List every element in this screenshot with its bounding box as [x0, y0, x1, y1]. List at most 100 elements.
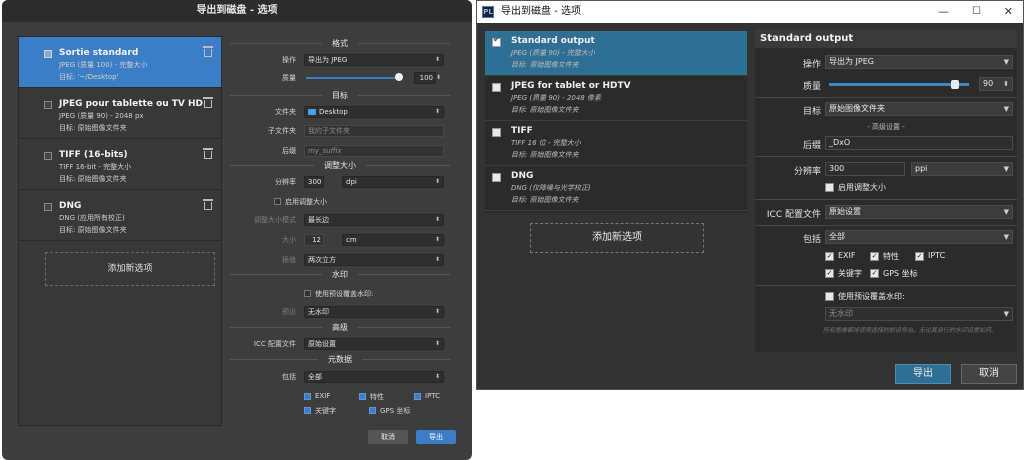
include-select[interactable]: 全部 ⬍ [304, 371, 444, 383]
item-title: Sortie standard [59, 48, 139, 58]
trash-icon[interactable] [203, 199, 213, 210]
exif-checkbox[interactable]: ✓ [825, 252, 834, 261]
preset-list: Sortie standard JPEG (质量 100) - 完整大小 目标:… [18, 36, 222, 426]
item-detail: DNG (应用所有校正) [59, 214, 125, 222]
icc-select[interactable]: 原始设置 ▼ [825, 205, 1013, 219]
trash-icon[interactable] [203, 148, 213, 159]
target-label: 目标 [802, 107, 821, 117]
close-icon[interactable]: ✕ [1004, 1, 1013, 23]
item-target: 目标: 原始图像文件夹 [59, 226, 127, 234]
list-item[interactable]: DNG DNG (仅降噪与光学校正) 目标: 原始图像文件夹 [485, 166, 747, 211]
checkbox[interactable] [44, 101, 52, 109]
slider-handle[interactable] [951, 80, 959, 89]
suffix-input[interactable]: my_suffix [304, 145, 444, 157]
enable-resize-checkbox[interactable] [825, 183, 834, 192]
operation-label: 操作 [802, 60, 821, 70]
folder-icon [308, 109, 316, 115]
folder-select[interactable]: Desktop ⬍ [304, 106, 444, 118]
mac-export-window: 导出到磁盘 - 选项 Sortie standard JPEG (质量 100)… [2, 0, 472, 460]
list-item[interactable]: Sortie standard JPEG (质量 100) - 完整大小 目标:… [19, 37, 221, 88]
checkbox[interactable] [44, 203, 52, 211]
iptc-checkbox[interactable] [414, 393, 421, 400]
keywords-checkbox[interactable]: ✓ [825, 269, 834, 278]
item-detail: JPEG (质量 90) - 2048 像素 [511, 94, 601, 102]
quality-slider[interactable] [306, 77, 402, 79]
features-checkbox[interactable]: ✓ [870, 252, 879, 261]
gps-checkbox[interactable]: ✓ [870, 269, 879, 278]
cancel-button[interactable]: 取消 [368, 430, 408, 444]
item-target: 目标: 原始图像文件夹 [511, 61, 579, 69]
list-item[interactable]: TIFF TIFF 16 位 - 完整大小 目标: 原始图像文件夹 [485, 121, 747, 166]
include-select[interactable]: 全部 ▼ [825, 230, 1013, 244]
list-item[interactable]: ✔ Standard output JPEG (质量 90) - 完整大小 目标… [485, 31, 747, 76]
size-input[interactable]: 12 [304, 234, 324, 246]
exif-checkbox[interactable] [304, 393, 311, 400]
features-label: 特性 [883, 252, 899, 261]
icc-select[interactable]: 原始设置 ⬍ [304, 338, 444, 350]
suffix-input[interactable]: _DxO [825, 136, 1013, 150]
list-item[interactable]: JPEG pour tablette ou TV HD JPEG (质量 90)… [19, 88, 221, 139]
settings-panel: Standard output 操作 导出为 JPEG ▼ 质量 90 ⬍ 目标 原… [755, 30, 1017, 352]
watermark-checkbox[interactable] [825, 292, 834, 301]
export-button[interactable]: 导出 [895, 364, 951, 384]
item-title: JPEG for tablet or HDTV [511, 81, 631, 91]
list-item[interactable]: DNG DNG (应用所有校正) 目标: 原始图像文件夹 [19, 190, 221, 241]
features-checkbox[interactable] [359, 393, 366, 400]
resolution-input[interactable]: 300 [304, 176, 324, 188]
target-select[interactable]: 原始图像文件夹 ▼ [825, 102, 1013, 116]
minimize-icon[interactable]: — [938, 1, 949, 23]
list-item[interactable]: JPEG for tablet or HDTV JPEG (质量 90) - 2… [485, 76, 747, 121]
resize-mode-select[interactable]: 最长边 ⬍ [304, 214, 444, 226]
item-target: 目标: 原始图像文件夹 [511, 151, 579, 159]
chevron-icon: ⬍ [434, 56, 440, 63]
checkbox[interactable] [492, 173, 501, 182]
quality-label: 质量 [282, 74, 296, 82]
cancel-button[interactable]: 取消 [961, 364, 1017, 384]
trash-icon[interactable] [203, 97, 213, 108]
resolution-unit-select[interactable]: ppi ▼ [911, 162, 1013, 176]
enable-resize-checkbox[interactable] [274, 198, 281, 205]
item-detail: TIFF 16-bit - 完整大小 [59, 163, 132, 171]
operation-label: 操作 [282, 56, 296, 64]
size-label: 大小 [282, 236, 296, 244]
stepper-icon[interactable]: ⬍ [436, 74, 441, 81]
enable-resize-label: 启用调整大小 [838, 183, 886, 192]
operation-select[interactable]: 导出为 JPEG ⬍ [304, 54, 444, 66]
quality-input[interactable]: 90 ⬍ [979, 77, 1013, 91]
checkbox[interactable] [492, 128, 501, 137]
app-logo-icon: PL [482, 6, 494, 18]
resolution-input[interactable]: 300 [825, 162, 905, 176]
watermark-checkbox[interactable] [304, 290, 311, 297]
watermark-select[interactable]: 无水印 ▼ [825, 307, 1013, 321]
watermark-note: 所有图像都将使用选择的前设导出。无论其自行的水印设置如何。 [823, 327, 998, 334]
folder-label: 文件夹 [275, 108, 296, 116]
slider-handle[interactable] [395, 73, 404, 81]
exif-label: EXIF [315, 392, 331, 400]
iptc-checkbox[interactable]: ✓ [915, 252, 924, 261]
add-preset-button[interactable]: 添加新选项 [45, 252, 215, 286]
export-button[interactable]: 导出 [416, 430, 456, 444]
size-unit-select[interactable]: cm ⬍ [342, 234, 444, 246]
subfolder-input[interactable]: 我的子文件夹 [304, 125, 444, 137]
quality-slider[interactable] [829, 83, 969, 86]
panel-title: Standard output [755, 30, 1017, 48]
preset-select[interactable]: 无水印 ⬍ [304, 306, 444, 318]
resolution-label: 分辨率 [275, 178, 296, 186]
icc-label: ICC 配置文件 [766, 210, 821, 220]
keywords-checkbox[interactable] [304, 407, 311, 414]
resolution-unit-select[interactable]: dpi ⬍ [342, 176, 444, 188]
operation-select[interactable]: 导出为 JPEG ▼ [825, 55, 1013, 69]
checkbox[interactable] [44, 50, 52, 58]
interp-select[interactable]: 两次立方 ⬍ [304, 254, 444, 266]
checkbox[interactable] [492, 83, 501, 92]
checkbox[interactable] [44, 152, 52, 160]
preset-list: ✔ Standard output JPEG (质量 90) - 完整大小 目标… [485, 31, 747, 213]
maximize-icon[interactable]: ☐ [972, 1, 981, 23]
settings-panel: 格式 操作 导出为 JPEG ⬍ 质量 100 ⬍ 目标 文件夹 Desktop ⬍… [222, 36, 452, 428]
trash-icon[interactable] [203, 46, 213, 57]
quality-input[interactable]: 100 [414, 72, 436, 84]
suffix-label: 后缀 [802, 141, 821, 151]
add-preset-button[interactable]: 添加新选项 [530, 223, 704, 253]
gps-checkbox[interactable] [369, 407, 376, 414]
list-item[interactable]: TIFF (16-bits) TIFF 16-bit - 完整大小 目标: 原始… [19, 139, 221, 190]
